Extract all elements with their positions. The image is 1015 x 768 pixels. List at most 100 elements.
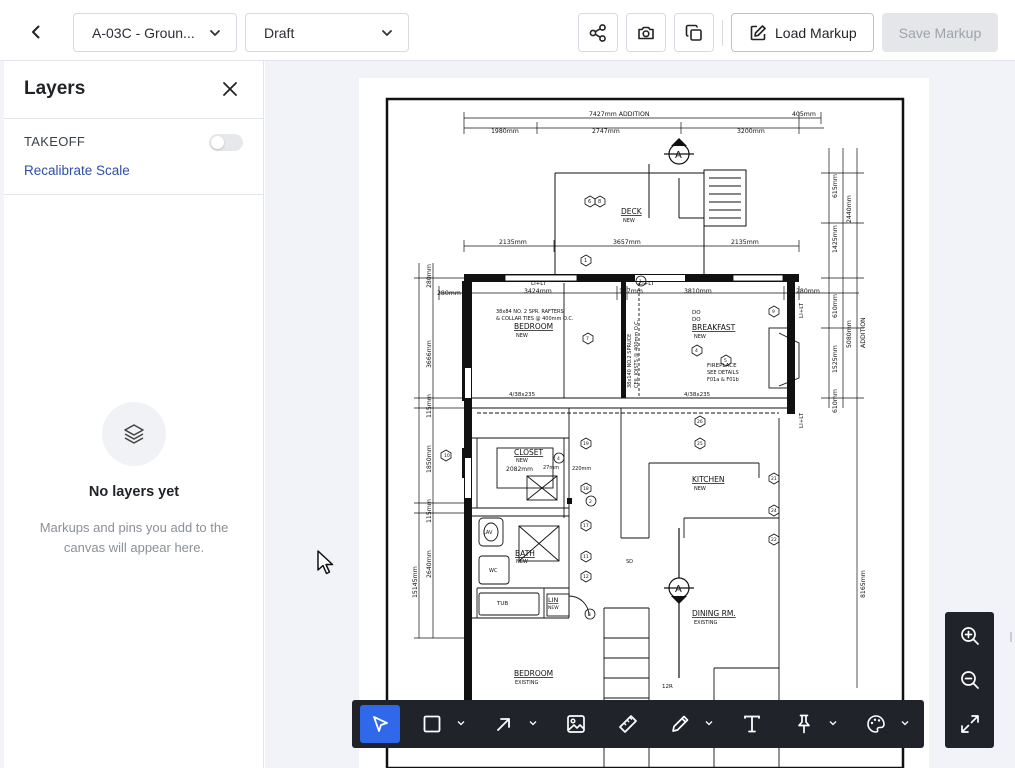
svg-text:1: 1	[639, 279, 642, 285]
svg-text:2: 2	[589, 499, 592, 505]
svg-text:F01a & F01b: F01a & F01b	[707, 377, 739, 383]
empty-state-description: Markups and pins you add to the canvas w…	[39, 520, 229, 555]
recalibrate-scale-link[interactable]: Recalibrate Scale	[24, 163, 130, 178]
svg-text:21: 21	[771, 476, 777, 482]
chevron-down-icon	[380, 26, 394, 40]
svg-text:1980mm: 1980mm	[491, 128, 519, 135]
svg-text:38x84 NO. 2 SPR. RAFTERS: 38x84 NO. 2 SPR. RAFTERS	[496, 309, 564, 315]
select-tool-button[interactable]	[360, 705, 400, 743]
close-panel-button[interactable]	[219, 78, 241, 100]
svg-text:38x140 NO.2 SPRUCE: 38x140 NO.2 SPRUCE	[627, 334, 633, 388]
save-markup-button[interactable]: Save Markup	[882, 13, 998, 52]
chevron-down-icon	[529, 721, 537, 726]
load-markup-button[interactable]: Load Markup	[731, 13, 874, 52]
svg-text:A: A	[675, 584, 682, 595]
svg-text:CEIL JOISTS @ 400mm O.C.: CEIL JOISTS @ 400mm O.C.	[634, 319, 640, 388]
svg-text:4: 4	[695, 348, 698, 354]
status-select-value: Draft	[264, 24, 295, 41]
svg-text:7: 7	[586, 336, 589, 342]
svg-text:15145mm: 15145mm	[412, 566, 419, 598]
mouse-cursor	[316, 549, 336, 582]
svg-text:7427mm ADDITION: 7427mm ADDITION	[589, 111, 650, 118]
layers-panel: Layers TAKEOFF Recalibrate Scale No laye…	[4, 61, 264, 768]
svg-text:8165mm: 8165mm	[860, 570, 867, 598]
top-bar: A-03C - Groun... Draft Load Markup Save …	[0, 0, 1015, 61]
svg-text:TUB: TUB	[496, 601, 508, 607]
back-button[interactable]	[22, 17, 50, 47]
svg-text:24: 24	[771, 508, 777, 514]
color-options-caret[interactable]	[900, 718, 910, 728]
arrow-options-caret[interactable]	[528, 718, 538, 728]
color-tool-button[interactable]	[856, 705, 896, 743]
svg-text:3810mm: 3810mm	[684, 288, 712, 295]
svg-text:220mm: 220mm	[572, 466, 591, 472]
empty-state-title: No layers yet	[88, 484, 180, 500]
svg-text:12R: 12R	[662, 684, 673, 690]
drawing-sheet[interactable]: 7427mm ADDITION 405mm 1980mm 2747mm 3200…	[359, 78, 929, 768]
svg-text:1: 1	[584, 258, 587, 264]
toggle-knob	[211, 136, 224, 149]
svg-text:NEW: NEW	[548, 605, 559, 611]
svg-text:NEW: NEW	[516, 559, 528, 565]
svg-text:1525mm: 1525mm	[832, 345, 839, 373]
status-select[interactable]: Draft	[245, 13, 409, 52]
svg-text:8: 8	[598, 199, 601, 205]
takeoff-toggle[interactable]	[209, 134, 243, 151]
drawing-canvas[interactable]: 7427mm ADDITION 405mm 1980mm 2747mm 3200…	[265, 61, 1015, 768]
rectangle-tool-button[interactable]	[412, 705, 452, 743]
text-tool-button[interactable]	[732, 705, 772, 743]
svg-text:DECK: DECK	[621, 207, 643, 216]
svg-text:NEW: NEW	[694, 334, 706, 340]
duplicate-button[interactable]	[674, 13, 714, 52]
pin-tool-button[interactable]	[784, 705, 824, 743]
svg-text:1425mm: 1425mm	[832, 225, 839, 253]
toolbar-divider	[722, 20, 723, 46]
pin-icon	[798, 714, 810, 734]
image-tool-button[interactable]	[556, 705, 596, 743]
svg-text:3200mm: 3200mm	[737, 128, 765, 135]
svg-text:CLOSET: CLOSET	[514, 448, 544, 457]
svg-text:NEW: NEW	[516, 333, 528, 339]
pin-options-caret[interactable]	[828, 718, 838, 728]
chevron-down-icon	[208, 26, 222, 40]
fit-screen-button[interactable]	[945, 703, 994, 745]
back-arrow-icon	[32, 25, 40, 39]
pencil-tool-button[interactable]	[660, 705, 700, 743]
pencil-icon	[672, 715, 689, 732]
svg-text:BATH: BATH	[515, 549, 535, 558]
svg-text:BEDROOM: BEDROOM	[514, 322, 553, 331]
panel-divider	[4, 118, 264, 119]
svg-text:4: 4	[557, 456, 560, 462]
svg-text:NEW: NEW	[623, 218, 635, 224]
camera-icon	[638, 26, 654, 39]
sheet-select-value: A-03C - Groun...	[92, 24, 195, 41]
zoom-out-button[interactable]	[945, 659, 994, 701]
svg-text:18: 18	[583, 486, 589, 492]
select-icon	[373, 716, 388, 732]
measure-tool-button[interactable]	[608, 705, 648, 743]
scrollbar[interactable]	[1010, 632, 1012, 642]
svg-text:1850mm: 1850mm	[426, 445, 433, 473]
chevron-down-icon	[901, 721, 909, 726]
rectangle-options-caret[interactable]	[456, 718, 466, 728]
svg-text:LI+LT: LI+LT	[531, 281, 547, 287]
svg-text:405mm: 405mm	[792, 111, 816, 118]
share-button[interactable]	[578, 13, 618, 52]
zoom-in-button[interactable]	[945, 615, 994, 657]
svg-text:ADDITION: ADDITION	[860, 317, 867, 348]
svg-text:27mm: 27mm	[543, 465, 559, 471]
rectangle-icon	[423, 715, 441, 733]
sheet-select[interactable]: A-03C - Groun...	[73, 13, 237, 52]
svg-text:280mm: 280mm	[426, 264, 433, 288]
svg-text:11: 11	[583, 554, 589, 560]
svg-text:LAV: LAV	[483, 530, 493, 536]
pencil-options-caret[interactable]	[704, 718, 714, 728]
svg-text:LI+LT: LI+LT	[799, 302, 805, 318]
zoom-out-icon	[960, 671, 979, 689]
svg-text:LIN: LIN	[548, 596, 559, 604]
arrow-tool-button[interactable]	[484, 705, 524, 743]
svg-text:BEDROOM: BEDROOM	[514, 669, 553, 678]
svg-text:10: 10	[444, 453, 450, 459]
snapshot-button[interactable]	[626, 13, 666, 52]
svg-text:19: 19	[583, 441, 589, 447]
